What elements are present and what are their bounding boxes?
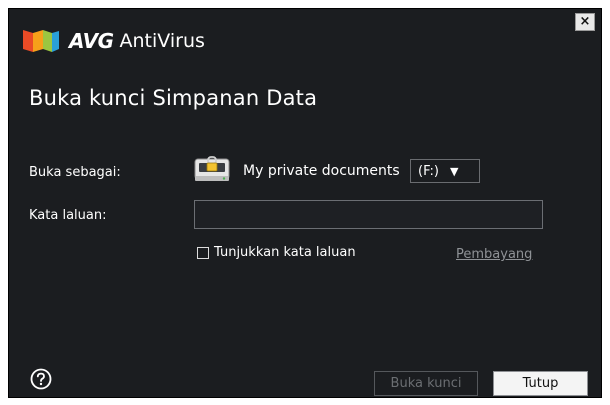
brand-logo-text: AVG xyxy=(69,29,114,53)
show-password-checkbox[interactable] xyxy=(197,246,209,259)
window-close-button[interactable]: × xyxy=(575,13,595,31)
password-input[interactable] xyxy=(194,200,543,229)
unlock-button[interactable]: Buka kunci xyxy=(374,371,478,396)
vault-drive-icon xyxy=(194,156,230,181)
show-password-toggle[interactable]: Tunjukkan kata laluan xyxy=(197,245,356,260)
chevron-down-icon: ▼ xyxy=(450,164,459,178)
hint-link[interactable]: Pembayang xyxy=(456,247,532,262)
brand-product-name: AntiVirus xyxy=(119,30,205,52)
show-password-label: Tunjukkan kata laluan xyxy=(214,245,356,260)
dialog-window: × AVG AntiVirus Buka kunci Simpanan Data… xyxy=(8,8,602,398)
close-dialog-button[interactable]: Tutup xyxy=(493,371,588,396)
password-label: Kata laluan: xyxy=(29,208,107,223)
avg-logo-icon xyxy=(23,30,59,52)
dialog-title: Buka kunci Simpanan Data xyxy=(29,86,318,110)
drive-select[interactable]: (F:) ▼ xyxy=(410,159,480,183)
drive-value: (F:) xyxy=(418,163,439,179)
open-as-label: Buka sebagai: xyxy=(29,165,121,180)
question-circle-icon[interactable] xyxy=(30,368,52,390)
brand-header: AVG AntiVirus xyxy=(21,27,205,55)
vault-name: My private documents xyxy=(243,163,400,179)
